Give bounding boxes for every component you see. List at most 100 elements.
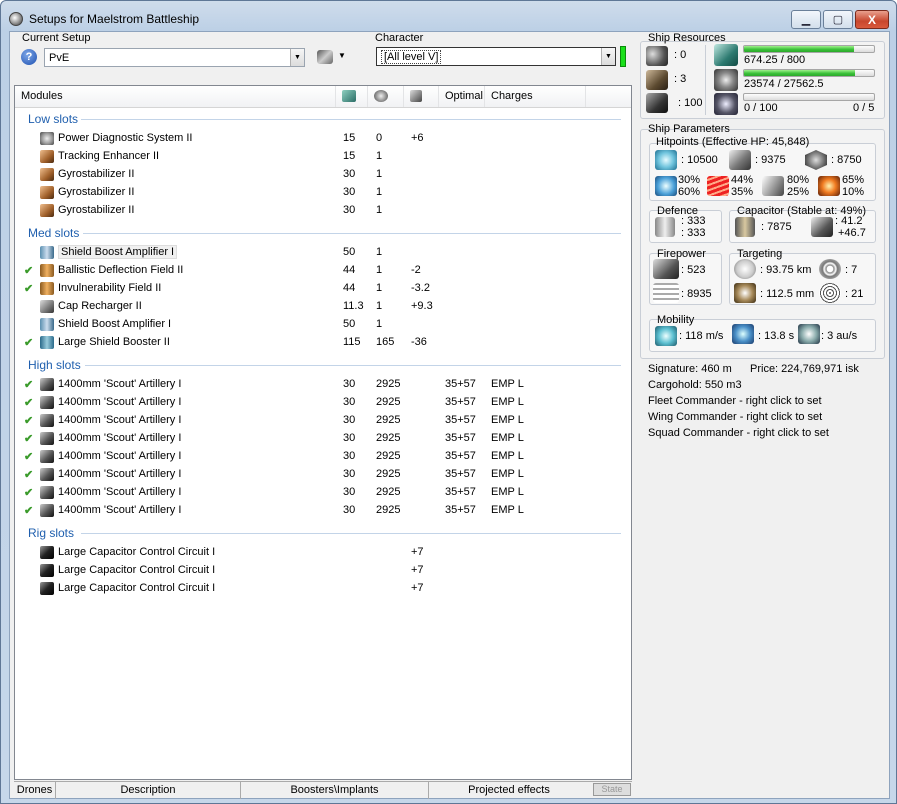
module-row[interactable]: ✔ Invulnerability Field II 44 1 -3.2 xyxy=(15,280,631,298)
col-powergrid[interactable] xyxy=(368,86,404,107)
ship-parameters-title: Ship Parameters xyxy=(648,123,730,135)
module-row[interactable]: ✔ 1400mm 'Scout' Artillery I 30 2925 35+57 EM… xyxy=(15,412,631,430)
tab-drones[interactable]: Drones xyxy=(14,782,56,799)
squad-commander[interactable]: Squad Commander - right click to set xyxy=(648,427,829,439)
setup-select[interactable]: PvE ▼ xyxy=(44,48,305,67)
module-name: 1400mm 'Scout' Artillery I xyxy=(58,486,182,498)
module-icon xyxy=(40,336,54,349)
module-cpu: 30 xyxy=(343,468,356,480)
module-row[interactable]: Shield Boost Amplifier I 50 1 xyxy=(15,316,631,334)
module-charges: EMP L xyxy=(491,486,524,498)
group-high-slots: High slots xyxy=(28,358,81,372)
module-row[interactable]: Large Capacitor Control Circuit I +7 xyxy=(15,580,631,598)
state-button[interactable]: State xyxy=(593,783,631,796)
tab-boosters-implants[interactable]: Boosters\Implants xyxy=(241,782,429,799)
module-row[interactable]: ✔ Ballistic Deflection Field II 44 1 -2 xyxy=(15,262,631,280)
module-name: Large Capacitor Control Circuit I xyxy=(58,582,216,594)
close-button[interactable]: X xyxy=(855,10,889,29)
cpu-usage: 674.25 / 800 xyxy=(744,54,806,66)
module-row[interactable]: ✔ 1400mm 'Scout' Artillery I 30 2925 35+57 EM… xyxy=(15,484,631,502)
module-active-check[interactable]: ✔ xyxy=(24,486,33,499)
maximize-button[interactable]: ▢ xyxy=(823,10,853,29)
module-row[interactable]: Shield Boost Amplifier I 50 1 xyxy=(15,244,631,262)
module-active-check[interactable]: ✔ xyxy=(24,414,33,427)
col-charges[interactable]: Charges xyxy=(485,86,586,107)
module-active-check[interactable]: ✔ xyxy=(24,282,33,295)
module-optimal: 35+57 xyxy=(445,486,476,498)
fleet-commander[interactable]: Fleet Commander - right click to set xyxy=(648,395,822,407)
module-active-check[interactable]: ✔ xyxy=(24,396,33,409)
module-active-check[interactable]: ✔ xyxy=(24,504,33,517)
col-optimal[interactable]: Optimal xyxy=(439,86,485,107)
module-cpu: 30 xyxy=(343,378,356,390)
divider xyxy=(81,533,621,534)
calibration-icon xyxy=(646,93,668,113)
scan-resolution-icon xyxy=(734,283,756,303)
cpu-bar xyxy=(743,45,875,53)
module-row[interactable]: ✔ 1400mm 'Scout' Artillery I 30 2925 35+57 EM… xyxy=(15,466,631,484)
col-cpu[interactable] xyxy=(336,86,368,107)
module-row[interactable]: ✔ 1400mm 'Scout' Artillery I 30 2925 35+57 EM… xyxy=(15,448,631,466)
module-active-check[interactable]: ✔ xyxy=(24,432,33,445)
module-name: 1400mm 'Scout' Artillery I xyxy=(58,432,182,444)
module-row[interactable]: Gyrostabilizer II 30 1 xyxy=(15,166,631,184)
wing-commander[interactable]: Wing Commander - right click to set xyxy=(648,411,822,423)
character-select[interactable]: [All level V] ▼ xyxy=(376,47,616,66)
module-row[interactable]: ✔ 1400mm 'Scout' Artillery I 30 2925 35+57 EM… xyxy=(15,394,631,412)
module-active-check[interactable]: ✔ xyxy=(24,264,33,277)
col-capacitor[interactable] xyxy=(404,86,439,107)
module-row[interactable]: ✔ 1400mm 'Scout' Artillery I 30 2925 35+57 EM… xyxy=(15,502,631,520)
module-row[interactable]: Tracking Enhancer II 15 1 xyxy=(15,148,631,166)
module-active-check[interactable]: ✔ xyxy=(24,468,33,481)
module-powergrid: 1 xyxy=(376,168,383,180)
module-optimal: 35+57 xyxy=(445,468,476,480)
tab-description[interactable]: Description xyxy=(56,782,241,799)
module-row[interactable]: Large Capacitor Control Circuit I +7 xyxy=(15,562,631,580)
help-icon[interactable]: ? xyxy=(21,49,37,65)
module-row[interactable]: Power Diagnostic System II 15 0 +6 xyxy=(15,130,631,148)
module-powergrid: 1 xyxy=(376,246,383,258)
setup-menu-arrow-icon[interactable]: ▼ xyxy=(338,51,346,60)
module-powergrid: 1 xyxy=(376,204,383,216)
module-powergrid: 1 xyxy=(376,264,383,276)
module-optimal: 35+57 xyxy=(445,414,476,426)
module-charges: EMP L xyxy=(491,450,524,462)
capacitor-delta: +46.7 xyxy=(838,227,866,239)
powergrid-usage: 23574 / 27562.5 xyxy=(744,78,824,90)
powergrid-icon xyxy=(374,90,388,102)
module-row[interactable]: Gyrostabilizer II 30 1 xyxy=(15,202,631,220)
module-optimal: 35+57 xyxy=(445,396,476,408)
scan-resolution: : 112.5 mm xyxy=(760,288,815,300)
col-modules[interactable]: Modules xyxy=(15,86,336,107)
armor-hp: : 9375 xyxy=(755,154,786,166)
module-name: Large Capacitor Control Circuit I xyxy=(58,564,216,576)
module-name: Power Diagnostic System II xyxy=(58,132,193,144)
module-icon xyxy=(40,186,54,199)
module-row[interactable]: Cap Recharger II 11.3 1 +9.3 xyxy=(15,298,631,316)
thermal-resist-icon xyxy=(707,176,729,196)
module-row[interactable]: Gyrostabilizer II 30 1 xyxy=(15,184,631,202)
max-targets: : 7 xyxy=(845,264,858,276)
capacitor-usage: : 41.2 xyxy=(835,215,863,227)
modules-list[interactable]: Modules Optimal Charges Low slots Power … xyxy=(14,85,632,780)
module-row[interactable]: ✔ 1400mm 'Scout' Artillery I 30 2925 35+57 EM… xyxy=(15,376,631,394)
module-icon xyxy=(40,468,54,481)
module-powergrid: 1 xyxy=(376,318,383,330)
module-capacitor: -3.2 xyxy=(411,282,430,294)
module-optimal: 35+57 xyxy=(445,504,476,516)
divider xyxy=(83,233,621,234)
module-active-check[interactable]: ✔ xyxy=(24,450,33,463)
minimize-button[interactable]: ▁ xyxy=(791,10,821,29)
module-row[interactable]: Large Capacitor Control Circuit I +7 xyxy=(15,544,631,562)
module-row[interactable]: ✔ 1400mm 'Scout' Artillery I 30 2925 35+57 EM… xyxy=(15,430,631,448)
divider xyxy=(705,45,706,115)
ship-icon[interactable] xyxy=(317,50,333,64)
tab-projected-effects[interactable]: Projected effects xyxy=(429,782,589,799)
module-row[interactable]: ✔ Large Shield Booster II 115 165 -36 xyxy=(15,334,631,352)
module-name: Gyrostabilizer II xyxy=(58,168,135,180)
shield-hp: : 10500 xyxy=(681,154,718,166)
module-name: Shield Boost Amplifier I xyxy=(58,245,178,259)
module-active-check[interactable]: ✔ xyxy=(24,378,33,391)
module-powergrid: 1 xyxy=(376,282,383,294)
module-active-check[interactable]: ✔ xyxy=(24,336,33,349)
